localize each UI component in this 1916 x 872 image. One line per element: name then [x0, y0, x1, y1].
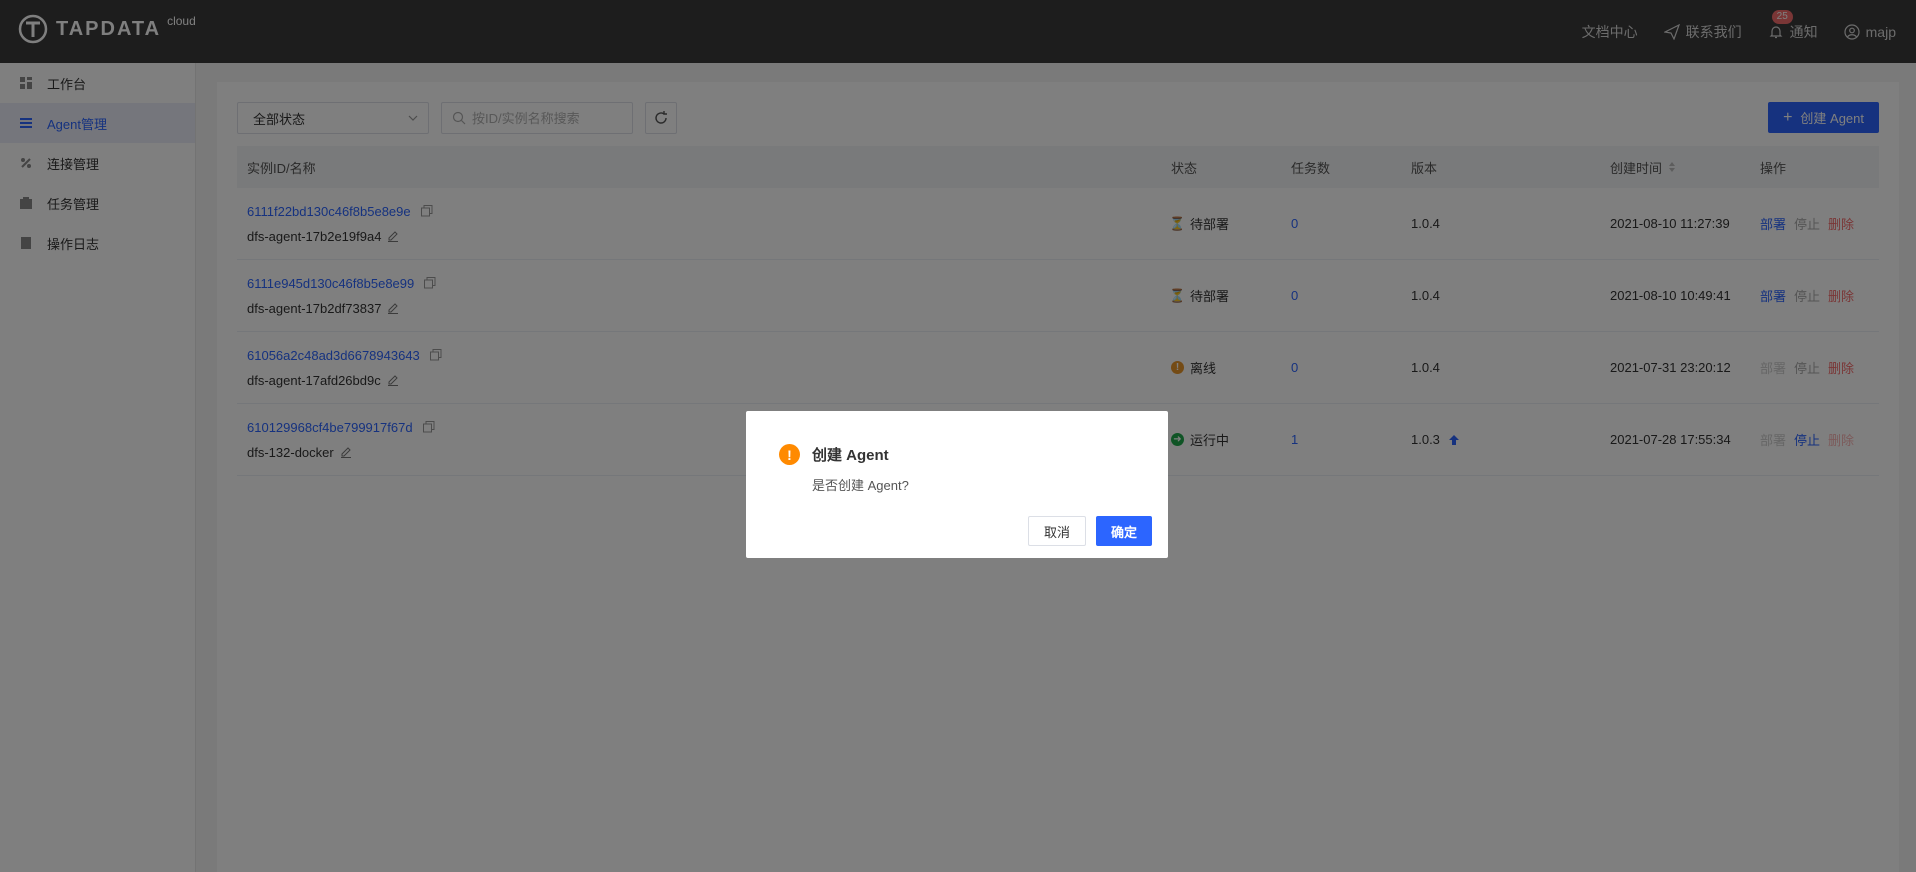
confirm-button[interactable]: 确定: [1095, 516, 1152, 546]
create-agent-dialog: ! 创建 Agent 是否创建 Agent? 取消 确定: [746, 411, 1168, 558]
dialog-message: 是否创建 Agent?: [812, 478, 909, 493]
dialog-title: 创建 Agent: [812, 447, 889, 464]
cancel-button[interactable]: 取消: [1027, 516, 1086, 546]
warning-icon: !: [779, 444, 800, 465]
